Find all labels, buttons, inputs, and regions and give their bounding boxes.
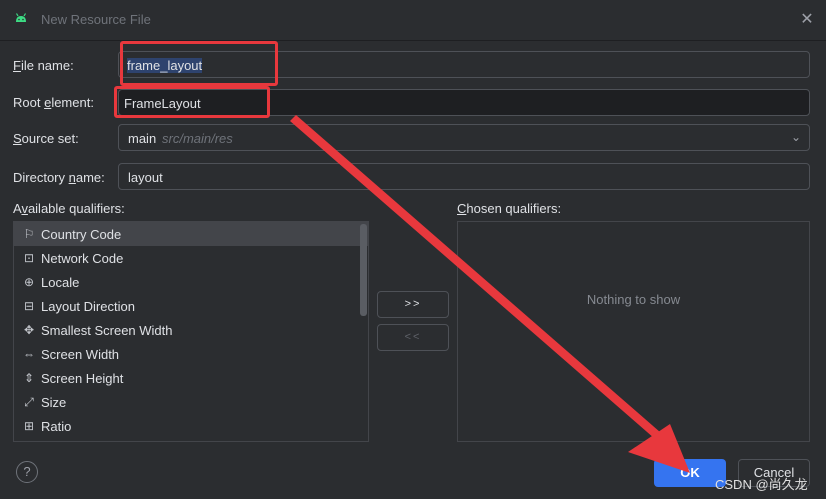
- list-item-ratio[interactable]: ⊞ Ratio: [14, 414, 368, 438]
- globe-icon: ⊕: [23, 275, 35, 289]
- remove-qualifier-button[interactable]: <<: [377, 324, 449, 351]
- list-scrollbar[interactable]: [360, 224, 367, 316]
- file-name-field[interactable]: frame_layout: [118, 51, 810, 78]
- close-icon[interactable]: ✕: [798, 11, 816, 29]
- directory-name-label: Directory name:: [13, 170, 105, 185]
- file-name-value[interactable]: frame_layout: [127, 58, 203, 73]
- available-qualifiers-label: Available qualifiers:: [13, 201, 125, 216]
- source-set-value: main: [128, 131, 157, 146]
- width-icon: ⇔: [23, 347, 35, 361]
- chosen-qualifiers-label: Chosen qualifiers:: [457, 201, 562, 216]
- window-title: New Resource File: [41, 12, 151, 27]
- list-item-smallest-screen-width[interactable]: ✥ Smallest Screen Width: [14, 318, 368, 342]
- source-set-path: src/main/res: [162, 131, 233, 146]
- root-element-field[interactable]: FrameLayout: [118, 89, 810, 116]
- size-icon: ⤢: [24, 395, 34, 409]
- list-item-locale[interactable]: ⊕ Locale: [14, 270, 368, 294]
- add-qualifier-button[interactable]: >>: [377, 291, 449, 318]
- directory-name-value[interactable]: layout: [128, 170, 163, 185]
- ratio-icon: ⊞: [23, 419, 35, 433]
- list-item-screen-width[interactable]: ⇔ Screen Width: [14, 342, 368, 366]
- empty-state-text: Nothing to show: [586, 292, 681, 307]
- globe-flag-icon: ⚐: [23, 227, 35, 241]
- watermark: CSDN @尚久龙: [715, 477, 808, 492]
- title-bar: New Resource File ✕: [0, 0, 826, 41]
- list-item-country-code[interactable]: ⚐ Country Code: [14, 222, 368, 246]
- help-button[interactable]: ?: [16, 461, 38, 483]
- directory-name-field[interactable]: layout: [118, 163, 810, 190]
- source-set-label: Source set:: [13, 131, 79, 146]
- list-item-network-code[interactable]: ⊡ Network Code: [14, 246, 368, 270]
- source-set-dropdown[interactable]: main src/main/res ⌄: [118, 124, 810, 151]
- root-element-value[interactable]: FrameLayout: [124, 96, 201, 111]
- list-item-screen-height[interactable]: ⇕ Screen Height: [14, 366, 368, 390]
- root-element-label: Root element:: [13, 95, 94, 110]
- network-icon: ⊡: [23, 251, 35, 265]
- direction-icon: ⊟: [23, 299, 35, 313]
- file-name-label: File name:: [13, 58, 74, 73]
- available-qualifiers-list[interactable]: ⚐ Country Code ⊡ Network Code ⊕ Locale ⊟…: [13, 221, 369, 442]
- android-icon: [15, 13, 27, 22]
- height-icon: ⇕: [23, 371, 35, 385]
- list-item-size[interactable]: ⤢ Size: [14, 390, 368, 414]
- chosen-qualifiers-list[interactable]: Nothing to show: [457, 221, 810, 442]
- expand-icon: ✥: [23, 323, 35, 337]
- chevron-down-icon[interactable]: ⌄: [791, 130, 801, 144]
- list-item-layout-direction[interactable]: ⊟ Layout Direction: [14, 294, 368, 318]
